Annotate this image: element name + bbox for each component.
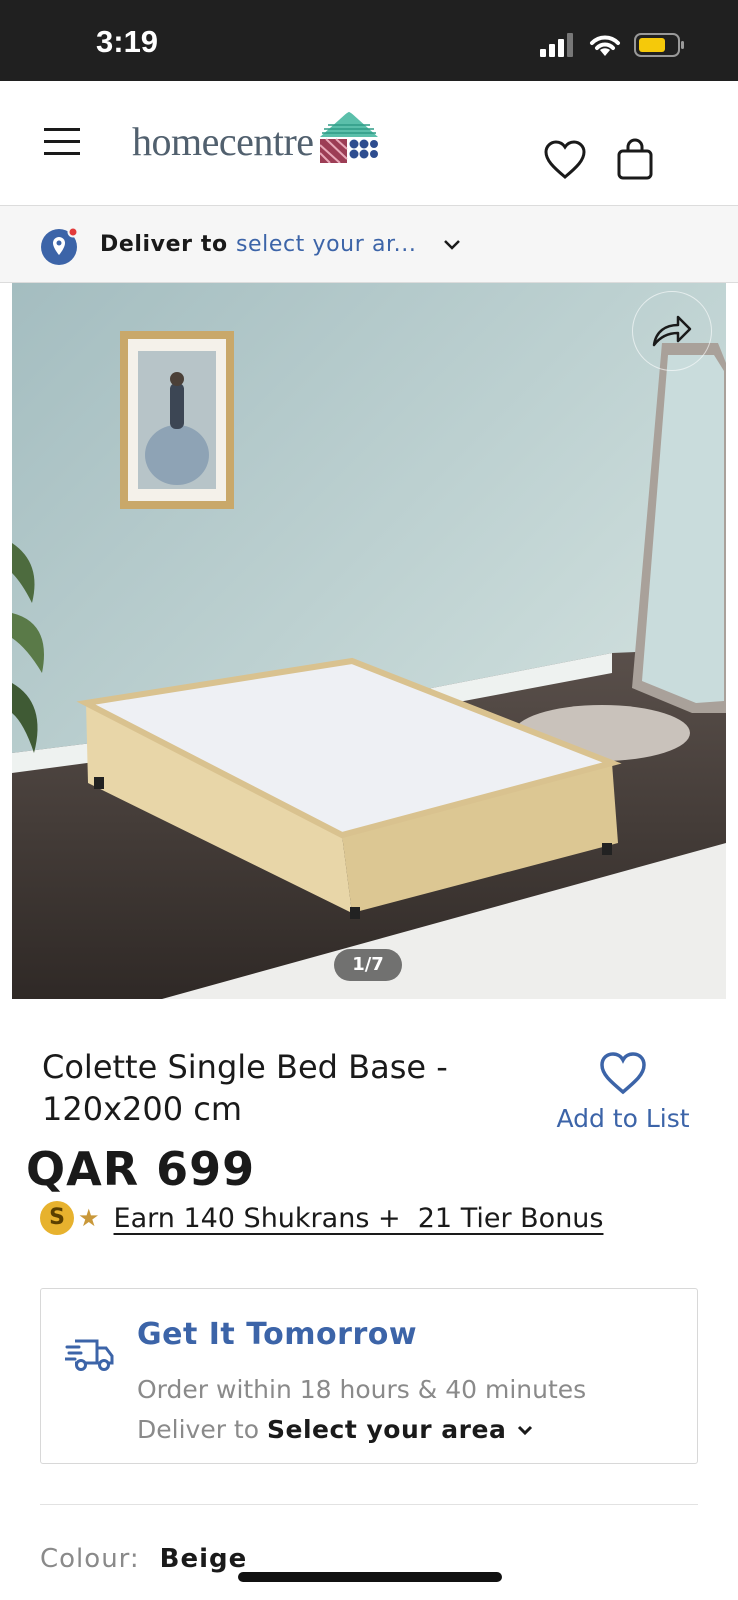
battery-icon <box>634 33 684 57</box>
star-icon: ★ <box>78 1204 100 1232</box>
status-bar: 3:19 <box>0 0 738 81</box>
delivery-card: Get It Tomorrow Order within 18 hours & … <box>40 1288 698 1464</box>
menu-icon[interactable] <box>44 127 80 157</box>
product-title: Colette Single Bed Base - 120x200 cm <box>42 1048 448 1128</box>
delivery-area-value: Select your area <box>267 1415 507 1444</box>
status-icons <box>540 30 686 60</box>
image-counter: 1/7 <box>334 949 402 981</box>
wishlist-heart-icon[interactable] <box>543 139 587 181</box>
signal-icon <box>540 33 573 57</box>
colour-value: Beige <box>159 1544 248 1574</box>
product-image-carousel[interactable]: 1/7 <box>12 283 726 999</box>
product-photo <box>12 283 726 999</box>
share-button[interactable] <box>632 291 712 371</box>
divider <box>40 1504 698 1505</box>
status-time: 3:19 <box>96 24 159 59</box>
location-pin-icon <box>41 226 79 265</box>
deliver-to-label: Deliver to <box>100 232 228 257</box>
add-to-list-button[interactable]: Add to List <box>548 1050 698 1133</box>
chevron-down-icon[interactable] <box>442 238 462 252</box>
share-icon <box>652 315 692 347</box>
delivery-truck-icon <box>65 1339 114 1371</box>
shopping-bag-icon[interactable] <box>616 137 654 181</box>
product-price: QAR 699 <box>26 1142 256 1196</box>
home-indicator[interactable] <box>238 1572 502 1582</box>
logo-mark-icon <box>319 111 378 163</box>
chevron-down-icon <box>518 1425 533 1435</box>
deliver-area-link[interactable]: select your ar... <box>236 232 417 257</box>
delivery-countdown: Order within 18 hours & 40 minutes <box>137 1375 587 1404</box>
logo-text: homecentre <box>132 118 314 164</box>
deliver-to-bar[interactable]: Deliver to select your ar... <box>0 205 738 283</box>
delivery-heading: Get It Tomorrow <box>137 1317 418 1352</box>
shukran-earn-text: Earn 140 Shukrans + 21 Tier Bonus <box>113 1202 604 1234</box>
colour-label: Colour: <box>40 1544 140 1574</box>
shukran-earn-link[interactable]: S ★ Earn 140 Shukrans + 21 Tier Bonus <box>40 1200 603 1236</box>
colour-selector: Colour: Beige <box>40 1544 247 1574</box>
heart-icon <box>600 1052 646 1095</box>
site-header: homecentre <box>0 81 738 205</box>
deliver-to-text: Deliver to select your ar... <box>100 232 416 257</box>
delivery-area-selector[interactable]: Deliver to Select your area <box>137 1415 534 1444</box>
delivery-deliver-label: Deliver to <box>137 1415 260 1444</box>
add-to-list-label: Add to List <box>556 1104 690 1133</box>
logo[interactable]: homecentre <box>132 111 378 171</box>
shukran-coin-icon: S <box>40 1201 74 1235</box>
wifi-icon <box>590 35 620 56</box>
